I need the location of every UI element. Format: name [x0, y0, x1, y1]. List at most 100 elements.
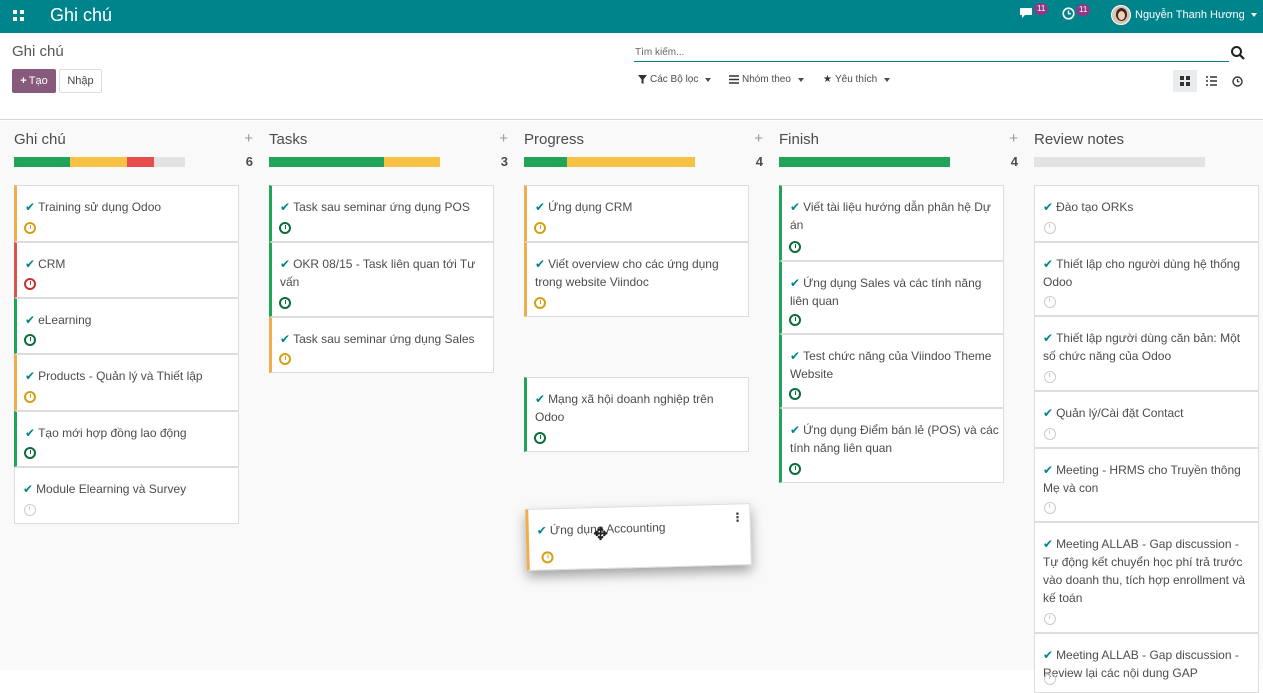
- column-progress-bar[interactable]: [14, 157, 185, 167]
- kanban-card[interactable]: ✔ Quản lý/Cài đặt Contact: [1034, 391, 1259, 448]
- activity-clock-icon[interactable]: [24, 391, 36, 403]
- kanban-card[interactable]: ✔ Thiết lập người dùng căn bản: Một số ch…: [1034, 316, 1259, 391]
- activity-menu[interactable]: 11: [1062, 3, 1091, 20]
- activity-clock-icon[interactable]: [789, 463, 801, 475]
- column-header[interactable]: Progress +: [523, 130, 763, 150]
- kanban-card[interactable]: ✔ Meeting - HRMS cho Truyền thông Mẹ và c…: [1034, 448, 1259, 522]
- column-progress-bar[interactable]: [779, 157, 950, 167]
- kanban-card[interactable]: ✔ Ứng dụng Điểm bán lẻ (POS) và các tính …: [779, 408, 1004, 483]
- activity-clock-icon[interactable]: [534, 432, 546, 444]
- activity-clock-icon[interactable]: [1044, 371, 1056, 383]
- avatar: [1111, 5, 1131, 25]
- kanban-card[interactable]: ✔ Test chức năng của Viindoo Theme Websit…: [779, 334, 1004, 408]
- column-count: 4: [755, 154, 763, 169]
- kanban-view-button[interactable]: [1173, 70, 1197, 92]
- activity-clock-icon[interactable]: [1044, 673, 1056, 685]
- favorites-label: Yêu thích: [834, 74, 878, 85]
- activity-clock-icon[interactable]: [24, 504, 36, 516]
- activity-clock-icon[interactable]: [789, 314, 801, 326]
- create-button[interactable]: + Tạo: [12, 69, 56, 93]
- activity-clock-icon[interactable]: [279, 353, 291, 365]
- kanban-card[interactable]: ✔ Tạo mới hợp đồng lao động: [14, 411, 239, 467]
- activity-clock-icon[interactable]: [1044, 502, 1056, 514]
- kanban-card[interactable]: ✔ Đào tạo ORKs: [1034, 185, 1259, 242]
- kanban-card[interactable]: ✔ CRM: [14, 242, 239, 298]
- column-progress-bar[interactable]: [1034, 157, 1205, 167]
- kanban-card[interactable]: ✔ Mạng xã hội doanh nghiệp trên Odoo: [524, 377, 749, 452]
- progress-segment[interactable]: [154, 157, 185, 167]
- activity-clock-icon[interactable]: [279, 222, 291, 234]
- kanban-card[interactable]: ✔ Training sử dụng Odoo: [14, 185, 239, 242]
- activity-clock-icon[interactable]: [1044, 296, 1056, 308]
- progress-segment[interactable]: [1034, 157, 1205, 167]
- kanban-card[interactable]: ✔ Meeting ALLAB - Gap discussion - Tự độn…: [1034, 522, 1259, 633]
- card-title-text: Thiết lập người dùng căn bản: Một số chứ…: [1043, 331, 1241, 363]
- activity-clock-icon[interactable]: [534, 222, 546, 234]
- activity-clock-icon[interactable]: [24, 334, 36, 346]
- kanban-card[interactable]: ✔ Module Elearning và Survey: [14, 467, 239, 524]
- activity-view-button[interactable]: [1225, 70, 1249, 92]
- groupby-button[interactable]: Nhóm theo: [729, 74, 804, 85]
- add-card-plus-icon[interactable]: +: [244, 130, 253, 147]
- card-title: ✔ OKR 08/15 - Task liên quan tới Tư vấn: [280, 255, 490, 291]
- progress-segment[interactable]: [70, 157, 127, 167]
- activity-clock-icon[interactable]: [24, 447, 36, 459]
- app-name[interactable]: Ghi chú: [50, 5, 112, 26]
- column-header[interactable]: Tasks +: [268, 130, 508, 150]
- star-icon: ★: [823, 74, 832, 85]
- activity-clock-icon[interactable]: [1044, 613, 1056, 625]
- activity-clock-icon[interactable]: [541, 551, 554, 564]
- apps-menu-icon[interactable]: [13, 10, 24, 21]
- kanban-card[interactable]: ✔ Thiết lập cho người dùng hệ thống Odoo: [1034, 242, 1259, 316]
- progress-segment[interactable]: [524, 157, 567, 167]
- search-icon[interactable]: [1230, 45, 1246, 61]
- activity-clock-icon[interactable]: [1044, 222, 1056, 234]
- kanban-card[interactable]: ✔ Task sau seminar ứng dụng Sales: [269, 317, 494, 373]
- messaging-menu[interactable]: 11: [1019, 3, 1049, 19]
- kanban-card[interactable]: ✔ Viết overview cho các ứng dụng trong we…: [524, 242, 749, 317]
- activity-clock-icon[interactable]: [24, 222, 36, 234]
- progress-segment[interactable]: [126, 157, 155, 167]
- kanban-card[interactable]: ✔ Ứng dụng Sales và các tính năng liên qu…: [779, 261, 1004, 334]
- column-header[interactable]: Finish +: [778, 130, 1018, 150]
- list-view-button[interactable]: [1199, 70, 1223, 92]
- activity-clock-icon[interactable]: [279, 297, 291, 309]
- filters-button[interactable]: Các Bộ lọc: [638, 74, 712, 85]
- activity-clock-icon[interactable]: [789, 388, 801, 400]
- progress-segment[interactable]: [269, 157, 384, 167]
- clock-icon: [1231, 75, 1243, 87]
- kanban-card[interactable]: ✔ eLearning: [14, 298, 239, 354]
- kanban-card[interactable]: ✔ Viết tài liệu hướng dẫn phân hệ Dự án: [779, 185, 1004, 261]
- column-header[interactable]: Ghi chú +: [13, 130, 253, 150]
- favorites-button[interactable]: ★ Yêu thích: [823, 74, 891, 85]
- column-progress-bar[interactable]: [524, 157, 695, 167]
- kebab-menu-icon[interactable]: ⋮: [731, 510, 743, 524]
- progress-segment[interactable]: [383, 157, 440, 167]
- kanban-card[interactable]: ✔ Ứng dụng CRM: [524, 185, 749, 242]
- user-menu[interactable]: Nguyễn Thanh Hương: [1111, 5, 1257, 25]
- activity-clock-icon[interactable]: [789, 241, 801, 253]
- import-button[interactable]: Nhập: [59, 69, 102, 93]
- activity-clock-icon[interactable]: [1044, 428, 1056, 440]
- add-card-plus-icon[interactable]: +: [499, 130, 508, 147]
- check-icon: ✔: [535, 200, 546, 214]
- kanban-card[interactable]: ✔ Products - Quản lý và Thiết lập: [14, 354, 239, 411]
- progress-segment[interactable]: [566, 157, 695, 167]
- card-title-text: Ứng dụng CRM: [548, 200, 633, 214]
- card-title-text: Test chức năng của Viindoo Theme Website: [790, 349, 992, 381]
- kanban-card[interactable]: ✔ OKR 08/15 - Task liên quan tới Tư vấn: [269, 242, 494, 317]
- activity-clock-icon[interactable]: [534, 297, 546, 309]
- progress-segment[interactable]: [779, 157, 950, 167]
- card-title-text: OKR 08/15 - Task liên quan tới Tư vấn: [280, 257, 476, 289]
- search-input[interactable]: Tìm kiếm...: [634, 42, 1229, 62]
- add-card-plus-icon[interactable]: +: [1009, 130, 1018, 147]
- add-card-plus-icon[interactable]: +: [754, 130, 763, 147]
- dragging-card[interactable]: ✔ Ứng dụng Accounting ⋮: [525, 503, 752, 571]
- activity-clock-icon[interactable]: [24, 278, 36, 290]
- column-progress-bar[interactable]: [269, 157, 440, 167]
- progress-segment[interactable]: [14, 157, 71, 167]
- column-header[interactable]: Review notes+: [1033, 130, 1263, 150]
- kanban-card[interactable]: ✔ Meeting ALLAB - Gap discussion - Review…: [1034, 633, 1259, 693]
- kanban-column: Review notes+9✔Đào tạo ORKs✔Thiết lập ch…: [1033, 121, 1263, 693]
- kanban-card[interactable]: ✔ Task sau seminar ứng dụng POS: [269, 185, 494, 242]
